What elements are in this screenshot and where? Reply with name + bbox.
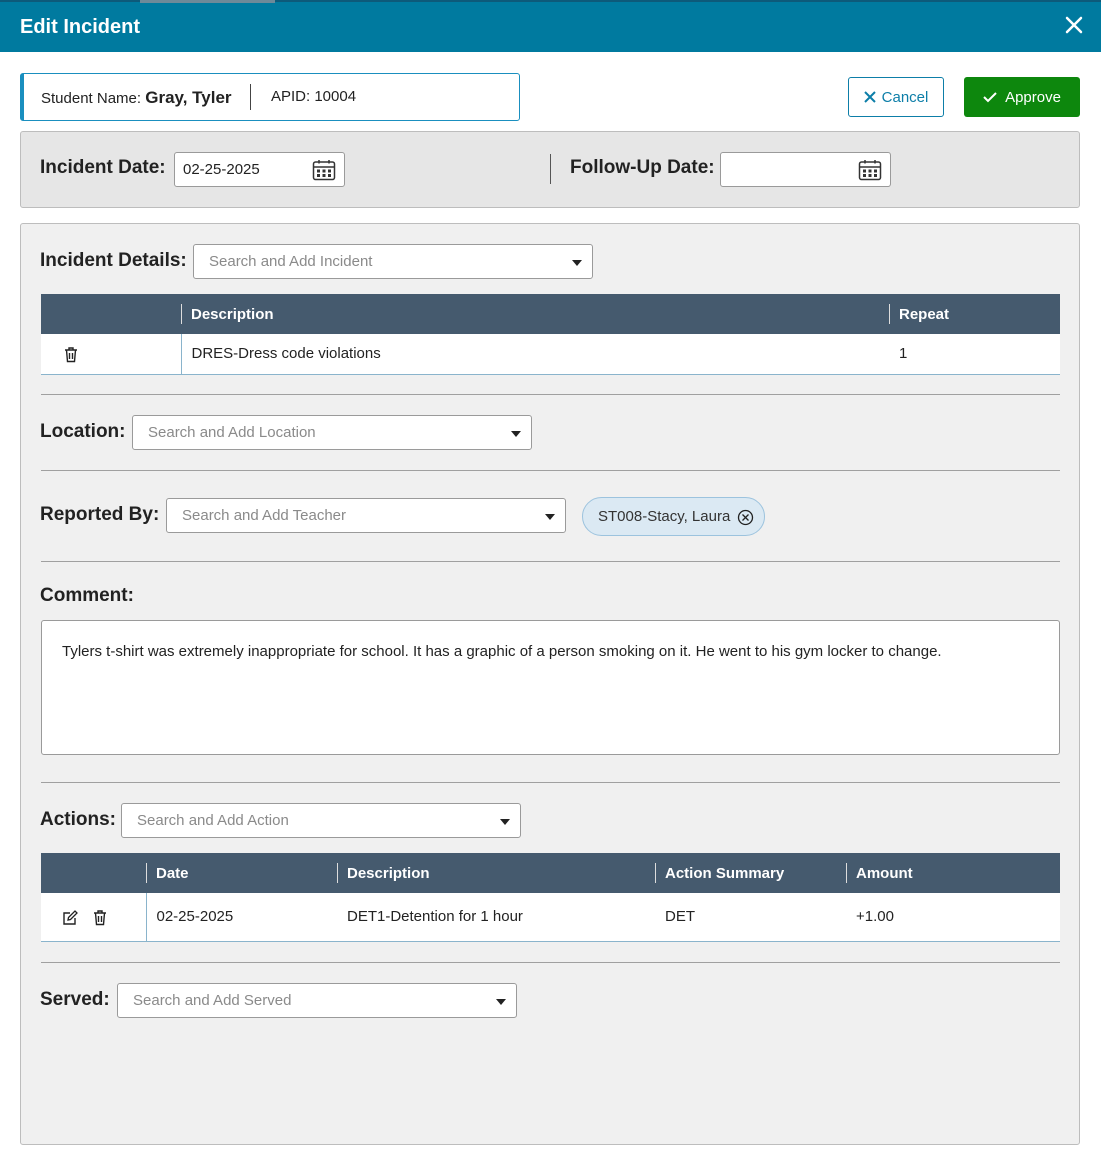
- action-description: DET1-Detention for 1 hour: [337, 893, 655, 942]
- reporter-chip: ST008-Stacy, Laura: [582, 497, 765, 536]
- divider: [41, 561, 1060, 562]
- teacher-search-placeholder: Search and Add Teacher: [182, 507, 347, 524]
- divider: [250, 84, 251, 110]
- actions-label: Actions:: [40, 809, 116, 830]
- trash-icon[interactable]: [63, 346, 79, 363]
- incident-table: Description Repeat DRES-Dress code viola…: [41, 294, 1060, 375]
- chevron-down-icon: [500, 819, 510, 825]
- action-search-select[interactable]: Search and Add Action: [121, 803, 521, 838]
- location-search-select[interactable]: Search and Add Location: [132, 415, 532, 450]
- close-icon[interactable]: [1063, 14, 1085, 36]
- chevron-down-icon: [496, 999, 506, 1005]
- reporter-chip-label: ST008-Stacy, Laura: [598, 508, 731, 525]
- student-info-box: Student Name: Gray, Tyler APID: 10004: [20, 73, 520, 121]
- incident-search-select[interactable]: Search and Add Incident: [193, 244, 593, 279]
- table-row: 02-25-2025 DET1-Detention for 1 hour DET…: [41, 893, 1060, 942]
- incident-form-panel: Incident Details: Search and Add Inciden…: [20, 223, 1080, 1145]
- action-date: 02-25-2025: [146, 893, 337, 942]
- col-description: Description: [337, 853, 655, 893]
- chevron-down-icon: [572, 260, 582, 266]
- comment-textarea[interactable]: Tylers t-shirt was extremely inappropria…: [41, 620, 1060, 755]
- teacher-search-select[interactable]: Search and Add Teacher: [166, 498, 566, 533]
- col-amount: Amount: [846, 853, 1060, 893]
- approve-button[interactable]: Approve: [964, 77, 1080, 117]
- served-label: Served:: [40, 989, 110, 1010]
- reported-by-label: Reported By:: [40, 504, 160, 525]
- chevron-down-icon: [545, 514, 555, 520]
- divider: [41, 782, 1060, 783]
- checkmark-icon: [983, 92, 997, 103]
- student-apid: APID: 10004: [271, 88, 357, 105]
- col-description: Description: [181, 294, 889, 334]
- table-row: DRES-Dress code violations 1: [41, 334, 1060, 375]
- calendar-icon[interactable]: [312, 159, 336, 181]
- incident-date-field[interactable]: 02-25-2025: [174, 152, 345, 187]
- comment-label: Comment:: [40, 585, 134, 606]
- actions-table: Date Description Action Summary Amount 0…: [41, 853, 1060, 942]
- incident-repeat: 1: [889, 334, 1060, 375]
- student-name: Gray, Tyler: [145, 88, 232, 107]
- approve-label: Approve: [1005, 88, 1061, 106]
- tab-indicator: [140, 0, 275, 3]
- cancel-label: Cancel: [881, 88, 929, 106]
- action-summary: DET: [655, 893, 846, 942]
- action-amount: +1.00: [846, 893, 1060, 942]
- student-name-label: Student Name:: [41, 90, 142, 107]
- divider: [550, 154, 551, 184]
- served-search-placeholder: Search and Add Served: [133, 992, 292, 1009]
- incident-search-placeholder: Search and Add Incident: [209, 253, 373, 270]
- cancel-button[interactable]: Cancel: [848, 77, 944, 117]
- col-date: Date: [146, 853, 337, 893]
- location-label: Location:: [40, 421, 126, 442]
- chevron-down-icon: [511, 431, 521, 437]
- remove-circle-icon[interactable]: [737, 509, 754, 526]
- col-action-summary: Action Summary: [655, 853, 846, 893]
- action-search-placeholder: Search and Add Action: [137, 812, 289, 829]
- col-repeat: Repeat: [889, 294, 1060, 334]
- divider: [41, 962, 1060, 963]
- served-search-select[interactable]: Search and Add Served: [117, 983, 517, 1018]
- location-search-placeholder: Search and Add Location: [148, 424, 316, 441]
- incident-details-label: Incident Details:: [40, 250, 187, 271]
- incident-description: DRES-Dress code violations: [181, 334, 889, 375]
- incident-date-label: Incident Date:: [40, 157, 166, 178]
- date-panel: Incident Date: 02-25-2025 Follow-Up Date…: [20, 131, 1080, 208]
- dialog-title: Edit Incident: [20, 16, 140, 38]
- dialog-title-bar: Edit Incident: [0, 0, 1101, 52]
- incident-date-value: 02-25-2025: [183, 161, 260, 178]
- follow-up-date-field[interactable]: [720, 152, 891, 187]
- edit-icon[interactable]: [62, 909, 78, 926]
- follow-up-date-label: Follow-Up Date:: [570, 157, 715, 178]
- close-icon: [863, 91, 876, 103]
- trash-icon[interactable]: [92, 909, 108, 926]
- divider: [41, 394, 1060, 395]
- divider: [41, 470, 1060, 471]
- calendar-icon[interactable]: [858, 159, 882, 181]
